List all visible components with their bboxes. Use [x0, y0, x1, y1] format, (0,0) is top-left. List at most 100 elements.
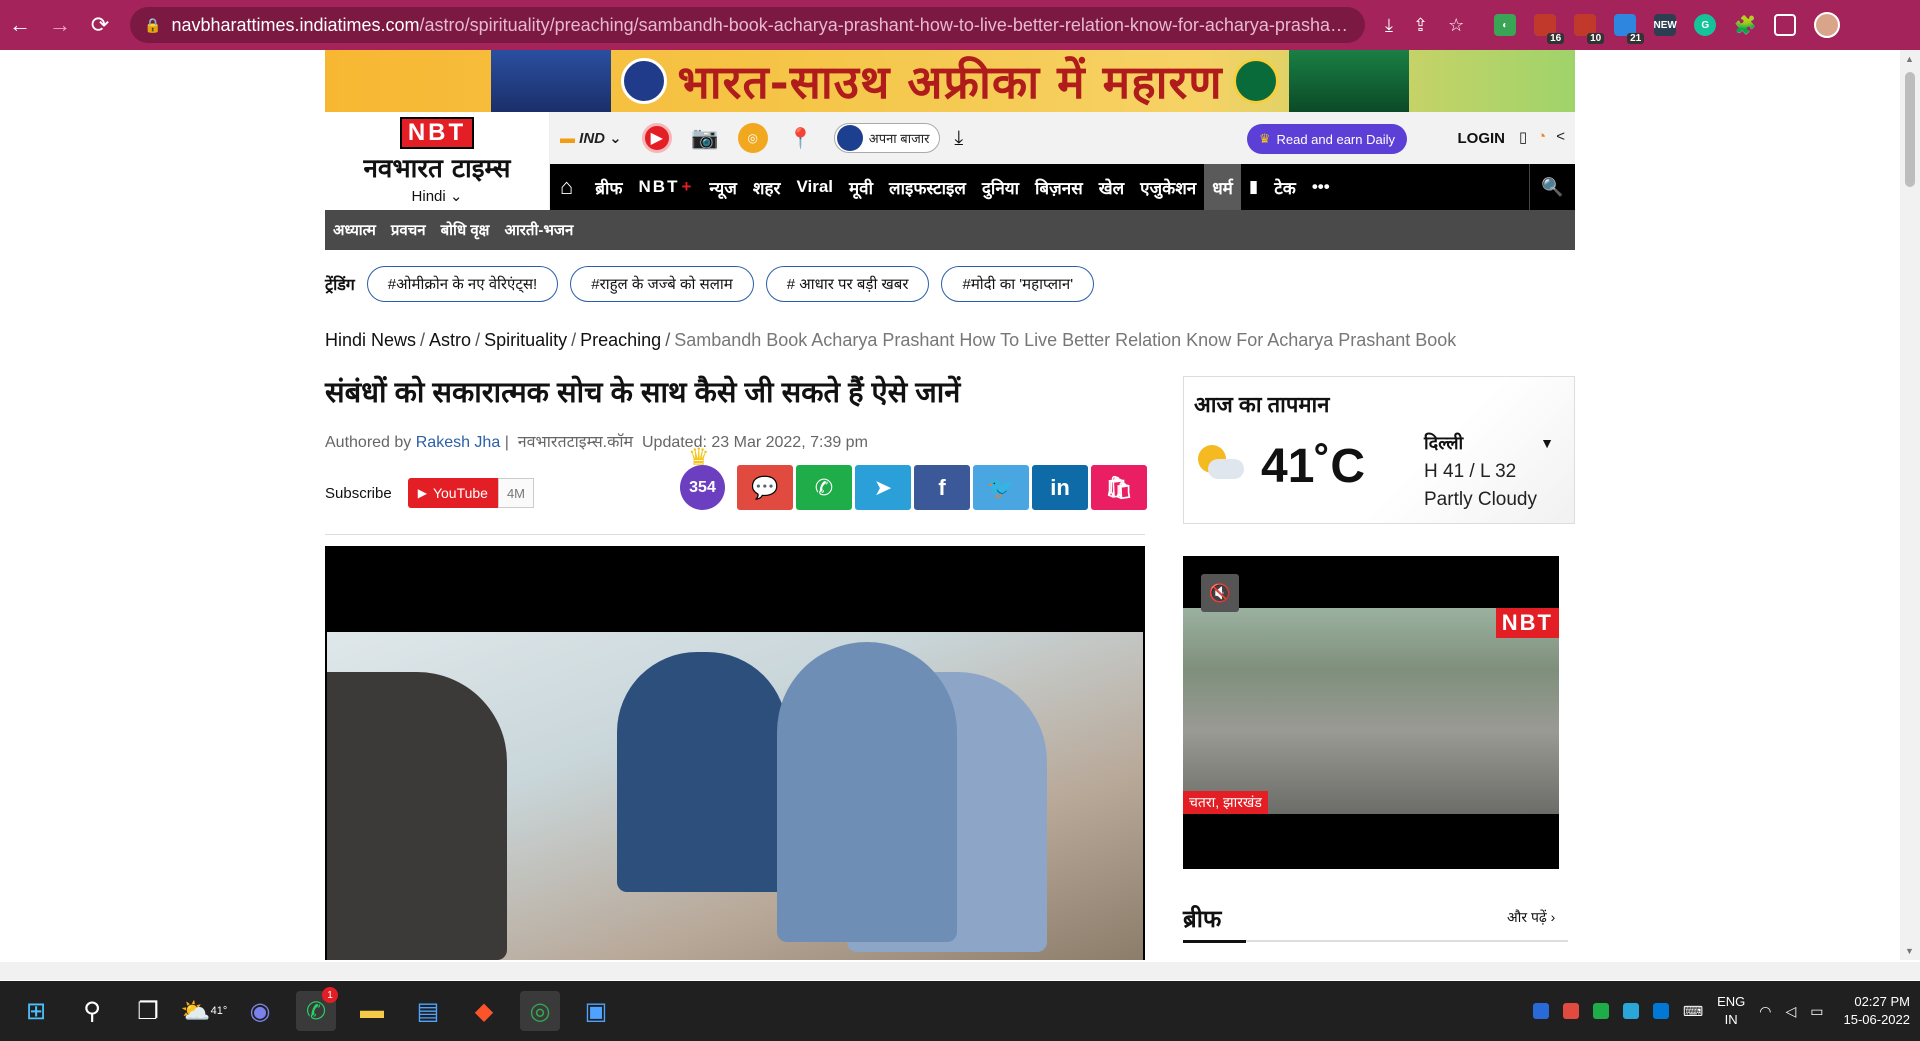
- tray-app-icon[interactable]: [1622, 1003, 1639, 1019]
- clock[interactable]: 02:27 PM 15-06-2022: [1844, 993, 1911, 1029]
- trending-tag[interactable]: #राहुल के जज्बे को सलाम: [570, 266, 754, 302]
- breadcrumb-item[interactable]: Hindi News: [325, 330, 416, 350]
- wifi-icon[interactable]: ◠: [1759, 1003, 1771, 1020]
- subnav-item-pravachan[interactable]: प्रवचन: [391, 220, 426, 240]
- new-icon[interactable]: NEW: [1654, 14, 1677, 36]
- play-icon[interactable]: ▶: [641, 123, 672, 153]
- task-view-icon[interactable]: ❐: [128, 991, 168, 1031]
- whatsapp-button[interactable]: ✆: [796, 465, 852, 510]
- sidebar-icon[interactable]: [1774, 14, 1797, 36]
- tray-app-icon[interactable]: [1532, 1003, 1549, 1019]
- grammarly-icon[interactable]: G: [1694, 14, 1717, 36]
- puzzle-icon[interactable]: 🧩: [1734, 14, 1756, 36]
- telegram-button[interactable]: ➤: [855, 465, 911, 510]
- forward-icon[interactable]: →: [40, 5, 80, 45]
- nav-item-sports[interactable]: खेल: [1091, 164, 1132, 210]
- subnav-item-aarti[interactable]: आरती-भजन: [504, 220, 573, 240]
- photos-icon[interactable]: ▣: [576, 991, 616, 1031]
- tray-app-icon[interactable]: [1592, 1003, 1609, 1019]
- chat-icon[interactable]: ◉: [240, 991, 280, 1031]
- scroll-thumb[interactable]: [1905, 72, 1915, 187]
- share-icon[interactable]: <: [1556, 128, 1565, 146]
- chrome-icon[interactable]: ◎: [520, 991, 560, 1031]
- weather-widget-icon[interactable]: ⛅ 41°: [181, 991, 228, 1031]
- ad-banner[interactable]: भारत-साउथ अफ्रीका में महारण: [325, 50, 1575, 112]
- shop-button[interactable]: 🛍: [1091, 465, 1147, 510]
- read-earn-button[interactable]: ♛ Read and earn Daily: [1246, 124, 1407, 154]
- trending-tag[interactable]: #मोदी का 'महाप्लान': [941, 266, 1095, 302]
- twitter-button[interactable]: 🐦: [973, 465, 1029, 510]
- login-link[interactable]: LOGIN: [1458, 130, 1506, 147]
- search-icon[interactable]: ⚲: [72, 991, 112, 1031]
- language-selector[interactable]: Hindi ⌄: [412, 187, 463, 205]
- file-explorer-icon[interactable]: ▬: [352, 991, 392, 1031]
- keyboard-icon[interactable]: ⌨: [1683, 1003, 1703, 1020]
- comment-button[interactable]: 💬: [737, 465, 793, 510]
- vertical-scrollbar[interactable]: ▲ ▼: [1900, 50, 1920, 960]
- scroll-up-icon[interactable]: ▲: [1905, 54, 1914, 64]
- download-icon[interactable]: ⤓: [954, 127, 963, 150]
- subnav-item-bodhi[interactable]: बोधि वृक्ष: [441, 220, 490, 240]
- notepad-icon[interactable]: ▤: [408, 991, 448, 1031]
- avatar[interactable]: [1814, 12, 1841, 38]
- nav-item-tech[interactable]: टेक: [1266, 164, 1304, 210]
- volume-icon[interactable]: ◁: [1785, 1003, 1796, 1020]
- whatsapp-icon[interactable]: ✆ 1: [296, 987, 338, 1031]
- facebook-button[interactable]: f: [914, 465, 970, 510]
- weather-city[interactable]: दिल्ली: [1424, 431, 1463, 455]
- abp-icon[interactable]: 16: [1534, 14, 1565, 44]
- breadcrumb-item[interactable]: Preaching: [580, 330, 661, 350]
- author-link[interactable]: Rakesh Jha: [416, 434, 501, 451]
- side-video-player[interactable]: NBT चतरा, झारखंड 🔇: [1183, 556, 1559, 869]
- trending-tag[interactable]: #ओमीक्रोन के नए वेरिएंट्स!: [366, 266, 559, 302]
- edition-selector[interactable]: ▬ IND ⌄: [560, 129, 622, 147]
- nav-item-education[interactable]: एजुकेशन: [1132, 164, 1204, 210]
- language-indicator[interactable]: ENG IN: [1717, 993, 1745, 1029]
- mute-icon[interactable]: 🔇: [1201, 574, 1239, 612]
- brave-icon[interactable]: ◆: [464, 991, 504, 1031]
- trending-tag[interactable]: # आधार पर बड़ी खबर: [765, 266, 930, 302]
- mobile-icon[interactable]: ▯: [1519, 128, 1527, 146]
- linkedin-button[interactable]: in: [1032, 465, 1088, 510]
- nav-item-nbt-plus[interactable]: NBT +: [631, 164, 702, 210]
- abp-alt-icon[interactable]: 10: [1574, 14, 1605, 44]
- calendar-icon[interactable]: 21: [1614, 14, 1645, 44]
- share-icon[interactable]: ⇪: [1413, 15, 1428, 36]
- location-pin-icon[interactable]: 📍: [786, 123, 816, 153]
- address-bar[interactable]: 🔒 navbharattimes.indiatimes.com /astro/s…: [130, 7, 1365, 43]
- horizontal-scrollbar[interactable]: [0, 962, 1920, 980]
- more-icon[interactable]: •••: [1304, 164, 1338, 210]
- camera-icon[interactable]: 📷: [690, 123, 720, 153]
- apna-bazaar-button[interactable]: अपना बाजार: [833, 123, 941, 153]
- article-video-player[interactable]: [325, 546, 1145, 960]
- nav-item-world[interactable]: दुनिया: [974, 164, 1027, 210]
- subnav-item-adhyatm[interactable]: अध्यात्म: [333, 220, 376, 240]
- nav-item-religion[interactable]: धर्म: [1204, 164, 1241, 210]
- youtube-subscribe-button[interactable]: ▶ YouTube: [407, 478, 498, 508]
- defender-icon[interactable]: [1652, 1003, 1669, 1019]
- nav-item-lifestyle[interactable]: लाइफस्टाइल: [881, 164, 974, 210]
- breadcrumb-item[interactable]: Astro: [429, 330, 471, 350]
- nav-item-viral[interactable]: Viral: [788, 164, 841, 210]
- home-icon[interactable]: ⌂: [560, 174, 573, 200]
- start-icon[interactable]: ⊞: [16, 991, 56, 1031]
- tray-app-icon[interactable]: [1562, 1003, 1579, 1019]
- nav-item-brief[interactable]: ब्रीफ: [587, 164, 630, 210]
- phone-icon[interactable]: ▮: [1241, 164, 1266, 210]
- extension-icon[interactable]: ◐: [1494, 14, 1517, 36]
- rss-icon[interactable]: ◔: [1537, 128, 1546, 146]
- weather-widget[interactable]: आज का तापमान 41˚C दिल्ली ▼ H 41 / L 32 P…: [1183, 376, 1575, 524]
- reload-icon[interactable]: ⟳: [80, 5, 120, 45]
- nav-item-business[interactable]: बिज़नस: [1027, 164, 1091, 210]
- scroll-down-icon[interactable]: ▼: [1905, 946, 1914, 956]
- back-icon[interactable]: ←: [0, 5, 40, 45]
- brief-more-link[interactable]: और पढ़ें ›: [1507, 908, 1555, 927]
- city-dropdown-icon[interactable]: ▼: [1540, 435, 1554, 451]
- coin-icon[interactable]: ◎: [737, 123, 768, 153]
- install-icon[interactable]: ⤓: [1385, 15, 1393, 36]
- nav-item-city[interactable]: शहर: [745, 164, 789, 210]
- star-icon[interactable]: ☆: [1448, 15, 1464, 36]
- battery-icon[interactable]: ▭: [1810, 1003, 1823, 1020]
- nav-item-news[interactable]: न्यूज: [701, 164, 745, 210]
- nav-item-movie[interactable]: मूवी: [841, 164, 881, 210]
